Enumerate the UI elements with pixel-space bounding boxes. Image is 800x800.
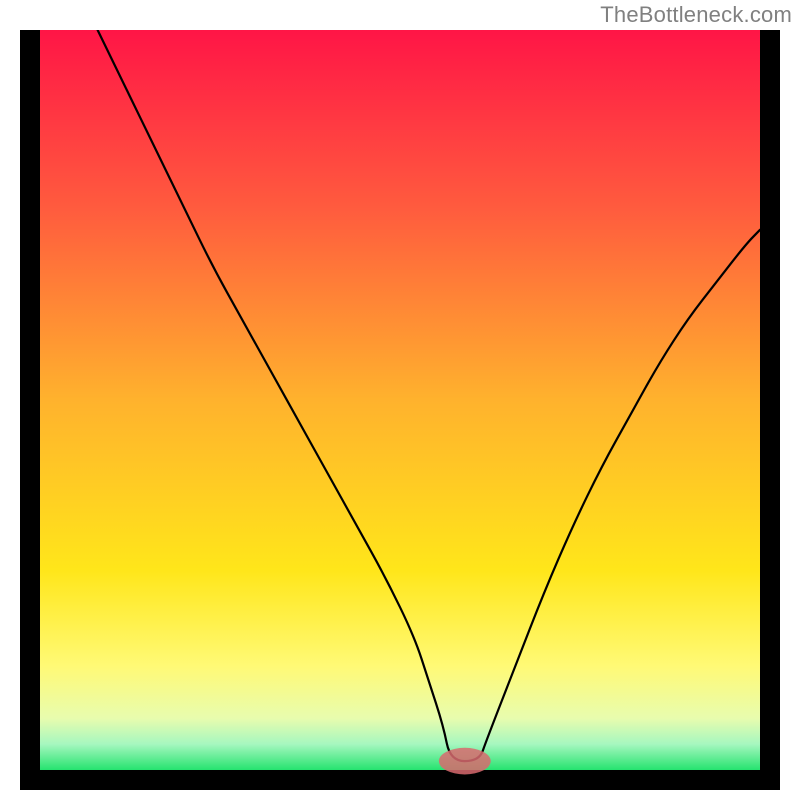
optimal-point-marker	[439, 748, 491, 775]
axis-left	[20, 30, 40, 790]
chart-background-gradient	[40, 30, 760, 770]
chart-svg	[20, 30, 780, 790]
bottleneck-figure: TheBottleneck.com	[0, 0, 800, 800]
axis-bottom	[20, 770, 780, 790]
chart-plot-area	[20, 30, 780, 790]
watermark-text: TheBottleneck.com	[600, 2, 792, 28]
axis-right	[760, 30, 780, 790]
